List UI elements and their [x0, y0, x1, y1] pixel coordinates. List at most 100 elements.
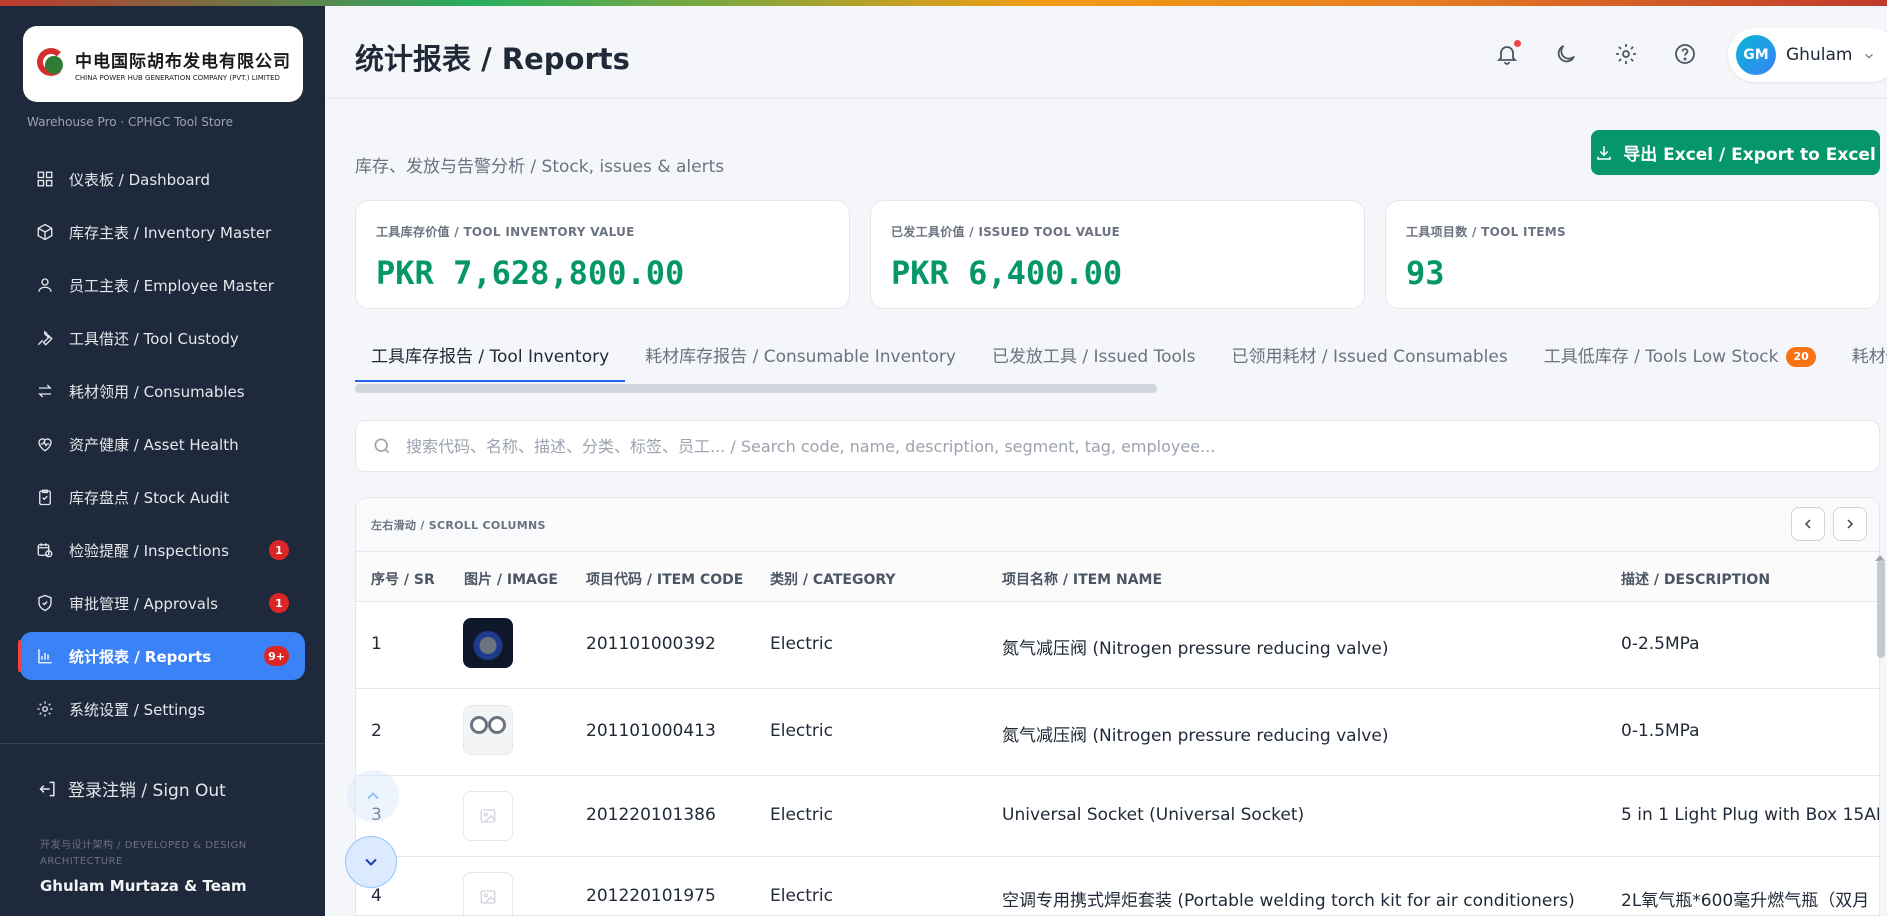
gear-icon: [36, 700, 54, 718]
sidebar-item-stock-audit[interactable]: 库存盘点 / Stock Audit: [20, 473, 305, 521]
sidebar-item-reports[interactable]: 统计报表 / Reports 9+: [18, 632, 305, 680]
cell-item-name: 氮气减压阀 (Nitrogen pressure reducing valve): [1002, 639, 1389, 659]
sign-out-icon: [39, 781, 55, 796]
tabs-scrollbar[interactable]: [355, 384, 1157, 393]
gauge-image: [470, 716, 488, 734]
scroll-to-bottom-button[interactable]: [345, 836, 397, 888]
table-header: 序号 / SR 图片 / IMAGE 项目代码 / ITEM CODE 类别 /…: [356, 552, 1879, 602]
cell-description: 2L氧气瓶*600毫升燃气瓶（双月: [1621, 891, 1870, 911]
table-vertical-scrollbar[interactable]: [1877, 560, 1885, 658]
cell-category: Electric: [770, 805, 833, 825]
tab-tools-low-stock[interactable]: 工具低库存 / Tools Low Stock 20: [1528, 340, 1832, 382]
sidebar-item-tool-custody[interactable]: 工具借还 / Tool Custody: [20, 314, 305, 362]
notification-dot: [1514, 40, 1521, 47]
theme-toggle-button[interactable]: [1554, 42, 1578, 66]
sidebar-item-label: 库存主表 / Inventory Master: [69, 223, 272, 242]
sidebar-item-label: 资产健康 / Asset Health: [69, 435, 239, 454]
table-row[interactable]: 3 201220101386 Electric Universal Socket…: [356, 776, 1879, 857]
cell-item-name: 氮气减压阀 (Nitrogen pressure reducing valve): [1002, 726, 1389, 746]
export-excel-button[interactable]: 导出 Excel / Export to Excel: [1591, 130, 1880, 175]
sidebar-item-label: 检验提醒 / Inspections: [69, 541, 229, 560]
bar-chart-icon: [36, 647, 54, 665]
chevron-up-icon: [367, 792, 379, 800]
search-input[interactable]: [406, 436, 1856, 456]
report-table: 左右滑动 / SCROLL COLUMNS 序号 / SR 图片 / IMAGE…: [355, 497, 1880, 916]
swap-icon: [36, 382, 54, 400]
tab-issued-consumables[interactable]: 已领用耗材 / Issued Consumables: [1216, 340, 1524, 382]
sidebar-item-label: 库存盘点 / Stock Audit: [69, 488, 230, 507]
export-excel-label: 导出 Excel / Export to Excel: [1623, 145, 1876, 165]
tab-consumable-inventory[interactable]: 耗材库存报告 / Consumable Inventory: [629, 340, 972, 382]
cell-item-name: 空调专用携式焊炬套装 (Portable welding torch kit f…: [1002, 891, 1575, 911]
sidebar-item-inventory-master[interactable]: 库存主表 / Inventory Master: [20, 208, 305, 256]
report-tabs: 工具库存报告 / Tool Inventory 耗材库存报告 / Consumab…: [355, 340, 1887, 382]
column-header-category[interactable]: 类别 / CATEGORY: [770, 569, 896, 589]
table-row[interactable]: 4 201220101975 Electric 空调专用携式焊炬套装 (Port…: [356, 857, 1879, 915]
cell-item-code: 201220101975: [586, 886, 716, 906]
sidebar-item-label: 统计报表 / Reports: [69, 647, 212, 666]
cell-category: Electric: [770, 886, 833, 906]
page-subtitle: 库存、发放与告警分析 / Stock, issues & alerts: [355, 157, 725, 177]
column-header-item-name[interactable]: 项目名称 / ITEM NAME: [1002, 569, 1162, 589]
tab-consumables-low-stock[interactable]: 耗材低: [1836, 340, 1887, 382]
sidebar-item-inspections[interactable]: 检验提醒 / Inspections 1: [20, 526, 305, 574]
card-value: PKR 6,400.00: [891, 254, 1123, 292]
card-label: 已发工具价值 / ISSUED TOOL VALUE: [891, 225, 1121, 239]
notifications-button[interactable]: [1495, 40, 1521, 66]
sidebar-item-asset-health[interactable]: 资产健康 / Asset Health: [20, 420, 305, 468]
developer-name: Ghulam Murtaza & Team: [40, 877, 247, 895]
item-thumbnail[interactable]: [463, 618, 513, 668]
chevron-down-icon: [365, 858, 377, 866]
card-value: 93: [1406, 254, 1445, 292]
sidebar-item-label: 工具借还 / Tool Custody: [69, 329, 239, 348]
sidebar-item-dashboard[interactable]: 仪表板 / Dashboard: [20, 155, 305, 203]
logo-text-cn: 中电国际胡布发电有限公司: [75, 51, 291, 72]
sidebar-nav: 仪表板 / Dashboard 库存主表 / Inventory Master …: [18, 155, 305, 738]
user-menu[interactable]: GM Ghulam: [1728, 28, 1887, 82]
table-row[interactable]: 2 201101000413 Electric 氮气减压阀 (Nitrogen …: [356, 689, 1879, 776]
sidebar-item-approvals[interactable]: 审批管理 / Approvals 1: [20, 579, 305, 627]
card-label: 工具库存价值 / TOOL INVENTORY VALUE: [376, 225, 635, 239]
developed-by-label: 开发与设计架构 / DEVELOPED & DESIGN ARCHITECTUR…: [40, 840, 247, 867]
user-name: Ghulam: [1786, 45, 1853, 65]
help-button[interactable]: [1673, 42, 1697, 66]
item-thumbnail[interactable]: [463, 872, 513, 915]
chevron-right-icon: [1847, 519, 1854, 529]
gauge-image: [488, 716, 506, 734]
image-placeholder-icon: [480, 809, 496, 823]
issued-tool-value-card: 已发工具价值 / ISSUED TOOL VALUE PKR 6,400.00: [870, 200, 1365, 309]
tab-issued-tools[interactable]: 已发放工具 / Issued Tools: [976, 340, 1212, 382]
user-icon: [36, 276, 54, 294]
table-row[interactable]: 1 201101000392 Electric 氮气减压阀 (Nitrogen …: [356, 602, 1879, 689]
sidebar-item-consumables[interactable]: 耗材领用 / Consumables: [20, 367, 305, 415]
scroll-columns-left-button[interactable]: [1791, 507, 1825, 541]
sidebar-item-settings[interactable]: 系统设置 / Settings: [20, 685, 305, 733]
cell-item-name: Universal Socket (Universal Socket): [1002, 805, 1305, 825]
sidebar-item-label: 员工主表 / Employee Master: [69, 276, 274, 295]
grid-icon: [36, 170, 54, 188]
calendar-clock-icon: [36, 541, 54, 559]
scroll-to-top-button[interactable]: [347, 770, 399, 822]
cell-category: Electric: [770, 634, 833, 654]
column-header-sr[interactable]: 序号 / SR: [371, 569, 435, 589]
tab-tool-inventory[interactable]: 工具库存报告 / Tool Inventory: [355, 340, 626, 382]
table-toolbar: 左右滑动 / SCROLL COLUMNS: [356, 498, 1879, 552]
cell-item-code: 201220101386: [586, 805, 716, 825]
box-icon: [36, 223, 54, 241]
column-header-image[interactable]: 图片 / IMAGE: [464, 569, 558, 589]
cell-description: 0-2.5MPa: [1621, 634, 1700, 654]
gear-icon: [1616, 44, 1636, 64]
item-thumbnail[interactable]: [463, 791, 513, 841]
tool-inventory-value-card: 工具库存价值 / TOOL INVENTORY VALUE PKR 7,628,…: [355, 200, 850, 309]
item-thumbnail[interactable]: [463, 705, 513, 755]
cell-item-code: 201101000392: [586, 634, 716, 654]
sidebar-divider: [0, 743, 325, 744]
column-header-item-code[interactable]: 项目代码 / ITEM CODE: [586, 569, 743, 589]
scroll-columns-right-button[interactable]: [1833, 507, 1867, 541]
company-logo[interactable]: 中电国际胡布发电有限公司 CHINA POWER HUB GENERATION …: [23, 26, 303, 102]
card-label: 工具项目数 / TOOL ITEMS: [1406, 225, 1566, 239]
sidebar-item-employee-master[interactable]: 员工主表 / Employee Master: [20, 261, 305, 309]
sign-out-button[interactable]: 登录注销 / Sign Out: [38, 776, 226, 801]
settings-button[interactable]: [1614, 42, 1638, 66]
column-header-description[interactable]: 描述 / DESCRIPTION: [1621, 569, 1770, 589]
